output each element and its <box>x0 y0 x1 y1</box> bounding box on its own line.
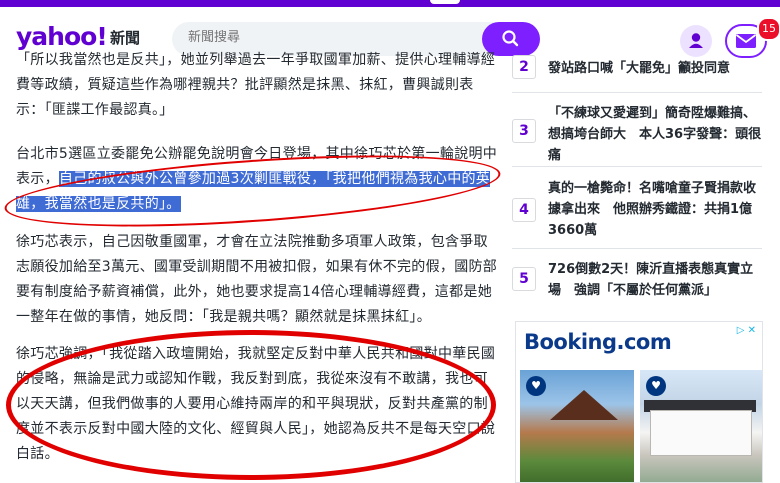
trending-item[interactable]: 4 真的一槍斃命！名嘴嗆童子賢捐款收據拿出來 他照辦秀鐵證：共捐1億3660萬 <box>512 178 762 241</box>
top-accent-bar <box>0 0 780 7</box>
trending-rank: 4 <box>512 198 536 222</box>
search-input[interactable] <box>188 30 468 45</box>
trending-rank: 2 <box>512 55 536 79</box>
heart-icon[interactable]: ♥ <box>526 376 546 396</box>
divider <box>512 166 762 167</box>
hotel-image[interactable]: ♥ <box>520 370 634 482</box>
house-facade <box>650 410 752 456</box>
hotel-image[interactable]: ♥ <box>640 370 762 482</box>
news-section-label[interactable]: 新聞 <box>110 29 140 47</box>
article-paragraph: 徐巧芯表示，自己因敬重國軍，才會在立法院推動多項軍人政策，包含爭取志願役加給至3… <box>16 234 498 325</box>
trending-title[interactable]: 發站路口喊「大罷免」籲投同意 <box>548 58 762 79</box>
trending-item[interactable]: 2 發站路口喊「大罷免」籲投同意 <box>512 55 762 93</box>
yahoo-logo[interactable]: yahoo! <box>16 23 108 51</box>
trending-title[interactable]: 「不練球又愛遲到」簡奇陞爆難搞、想搞垮台師大 本人36字發聲：頭很痛 <box>548 103 762 166</box>
trending-title[interactable]: 真的一槍斃命！名嘴嗆童子賢捐款收據拿出來 他照辦秀鐵證：共捐1億3660萬 <box>548 178 762 241</box>
trending-rank: 5 <box>512 267 536 291</box>
divider <box>512 92 762 93</box>
article-paragraph: 台北市5選區立委罷免公辦罷免說明會今日登場，其中徐巧芯於第一輪說明中表示，自己的… <box>16 142 498 217</box>
profile-button[interactable] <box>680 25 712 57</box>
pagoda-roof <box>550 390 618 420</box>
top-accent-tick <box>430 0 460 4</box>
trending-title[interactable]: 726倒數2天！陳沂直播表態真實立場 強調「不屬於任何黨派」 <box>548 259 762 301</box>
booking-logo[interactable]: Booking.com <box>524 330 672 354</box>
ad-choices-icon[interactable]: ▷ ✕ <box>737 325 756 336</box>
trending-item[interactable]: 3 「不練球又愛遲到」簡奇陞爆難搞、想搞垮台師大 本人36字發聲：頭很痛 <box>512 103 762 166</box>
mail-count-badge: 15 <box>757 17 780 41</box>
trending-item[interactable]: 5 726倒數2天！陳沂直播表態真實立場 強調「不屬於任何黨派」 <box>512 259 762 303</box>
article-paragraph: 「所以我當然也是反共」，她並列舉過去一年爭取國軍加薪、提供心理輔導經費等政績，質… <box>16 52 496 118</box>
booking-ad[interactable]: Booking.com ▷ ✕ ♥ ♥ <box>515 321 763 483</box>
highlighted-text-selection[interactable]: 自己的叔公與外公曾參加過3次剿匪戰役，「我把他們視為我心中的英雄，我當然也是反共… <box>16 171 491 212</box>
divider <box>512 248 762 249</box>
user-icon <box>689 33 703 48</box>
heart-icon[interactable]: ♥ <box>646 376 666 396</box>
article-paragraph: 徐巧芯強調，「我從踏入政壇開始，我就堅定反對中華人民共和國對中華民國的侵略，無論… <box>16 346 496 462</box>
trending-rank: 3 <box>512 119 536 143</box>
